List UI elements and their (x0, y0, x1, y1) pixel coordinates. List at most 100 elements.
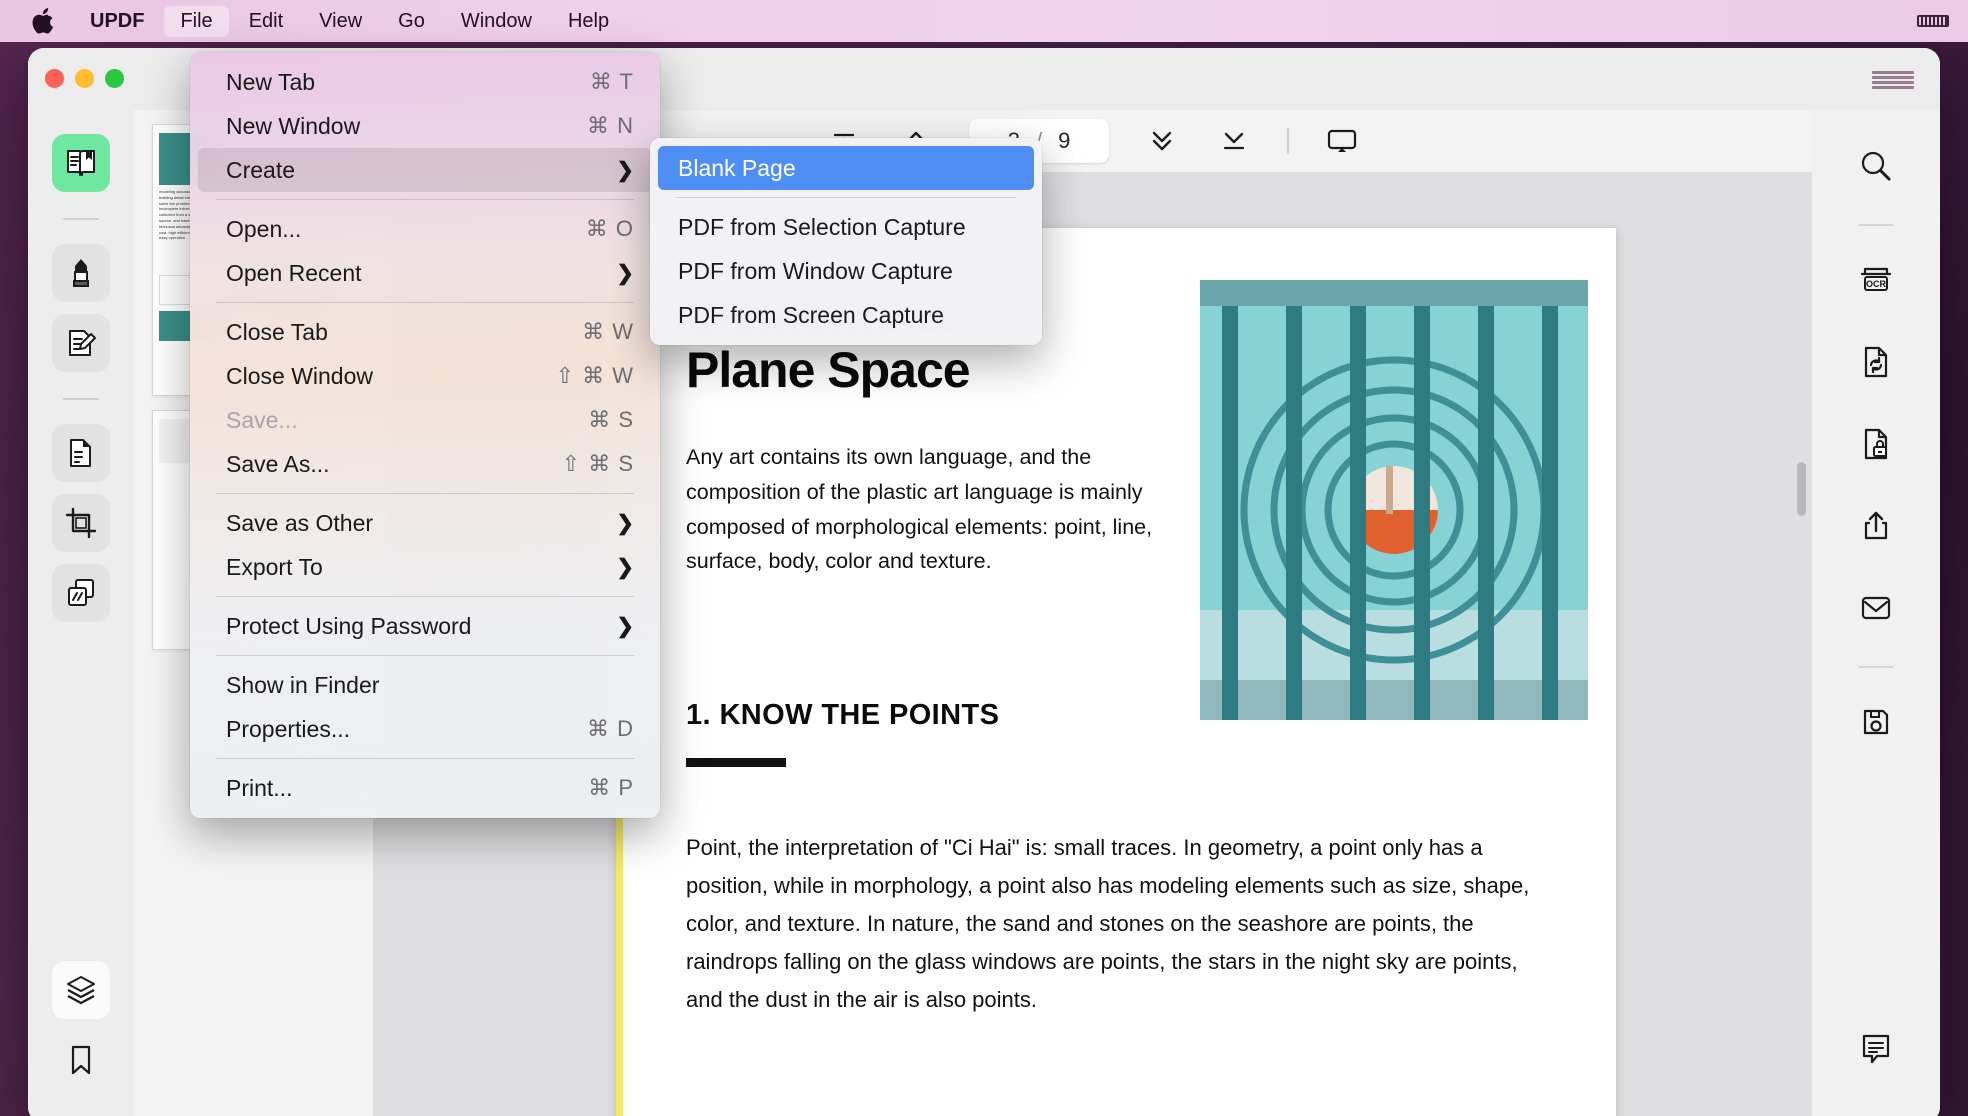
menu-item-properties[interactable]: Properties... ⌘ D (198, 707, 652, 751)
traffic-light-controls (45, 69, 124, 88)
menubar-item-go[interactable]: Go (382, 6, 441, 37)
maximize-window-button[interactable] (105, 69, 124, 88)
ocr-icon: OCR (1860, 267, 1892, 291)
submenu-item-pdf-from-window-capture[interactable]: PDF from Window Capture (658, 249, 1034, 293)
right-rail-divider-2 (1859, 666, 1893, 668)
submenu-separator-1 (676, 197, 1016, 198)
menu-item-create[interactable]: Create ❯ (198, 148, 652, 192)
viewer-scrollbar[interactable] (1797, 462, 1806, 516)
convert-button[interactable] (1848, 334, 1904, 390)
pdf-page-3: Elements of Plane Space (616, 228, 1616, 1116)
submenu-chevron-icon: ❯ (616, 555, 634, 579)
document-intro-paragraph: Any art contains its own language, and t… (686, 445, 1153, 574)
submenu-item-pdf-from-screen-capture[interactable]: PDF from Screen Capture (658, 293, 1034, 337)
menu-separator-1 (216, 199, 634, 200)
apple-logo-icon[interactable] (26, 8, 60, 34)
submenu-chevron-icon: ❯ (616, 158, 634, 182)
menu-separator-6 (216, 758, 634, 759)
sidebar-item-bookmarks[interactable] (52, 1031, 110, 1089)
menubar-item-help[interactable]: Help (552, 6, 625, 37)
presentation-mode-button[interactable] (1323, 124, 1361, 158)
ocr-button[interactable]: OCR (1848, 252, 1904, 308)
compress-save-icon (1863, 709, 1889, 735)
svg-text:OCR: OCR (1866, 279, 1887, 289)
toolbar-divider (1287, 128, 1289, 154)
comment-bubble-icon (1862, 1034, 1890, 1064)
email-icon (1861, 596, 1891, 620)
menubar-item-file[interactable]: File (164, 5, 229, 37)
search-icon (1861, 151, 1891, 181)
sidebar-item-crop[interactable] (52, 494, 110, 552)
sidebar-item-compare[interactable] (52, 564, 110, 622)
presentation-icon (1327, 129, 1357, 152)
minimize-window-button[interactable] (75, 69, 94, 88)
menubar-item-updf[interactable]: UPDF (74, 6, 160, 37)
menu-item-export-to[interactable]: Export To ❯ (198, 545, 652, 589)
chevron-double-down-icon (1152, 131, 1172, 151)
menubar-item-view[interactable]: View (303, 6, 378, 37)
document-body-paragraph: Point, the interpretation of "Ci Hai" is… (686, 835, 1530, 1012)
rail-divider-2 (63, 398, 99, 400)
sidebar-item-highlighter[interactable] (52, 244, 110, 302)
highlighter-pen-icon (73, 259, 89, 287)
teal-tunnel-photo (1200, 280, 1588, 720)
menubar-item-window[interactable]: Window (445, 6, 548, 37)
convert-document-icon (1864, 346, 1888, 378)
updf-brand-mark (1864, 56, 1922, 104)
heading-rule (686, 758, 786, 768)
submenu-item-pdf-from-selection-capture[interactable]: PDF from Selection Capture (658, 205, 1034, 249)
menu-separator-2 (216, 302, 634, 303)
next-page-button[interactable] (1143, 124, 1181, 158)
menu-item-show-in-finder[interactable]: Show in Finder (198, 663, 652, 707)
menu-separator-4 (216, 596, 634, 597)
share-button[interactable] (1848, 498, 1904, 554)
menu-item-protect-using-password[interactable]: Protect Using Password ❯ (198, 604, 652, 648)
create-submenu-dropdown[interactable]: Blank Page PDF from Selection Capture PD… (650, 138, 1042, 345)
search-button[interactable] (1848, 138, 1904, 194)
menu-item-open-recent[interactable]: Open Recent ❯ (198, 251, 652, 295)
last-page-button[interactable] (1215, 124, 1253, 158)
layers-icon (67, 976, 95, 1005)
hero-photograph (1200, 280, 1588, 720)
menu-item-new-tab[interactable]: New Tab ⌘ T (198, 60, 652, 104)
menu-separator-5 (216, 655, 634, 656)
email-button[interactable] (1848, 580, 1904, 636)
sidebar-item-organize-pages[interactable] (52, 424, 110, 482)
menu-item-save-as-other[interactable]: Save as Other ❯ (198, 501, 652, 545)
compare-docs-icon (68, 579, 94, 606)
right-tool-rail: OCR (1812, 110, 1940, 1116)
menubar-extras-icon[interactable] (1916, 12, 1950, 30)
menu-item-save-as[interactable]: Save As... ⇧ ⌘ S (198, 442, 652, 486)
right-rail-divider-1 (1859, 224, 1893, 226)
jump-to-last-page-icon (1223, 132, 1245, 150)
menubar-status-items (1916, 12, 1968, 30)
file-menu-dropdown[interactable]: New Tab ⌘ T New Window ⌘ N Create ❯ Open… (190, 52, 660, 818)
close-window-button[interactable] (45, 69, 64, 88)
menu-item-close-tab[interactable]: Close Tab ⌘ W (198, 310, 652, 354)
crop-icon (65, 507, 97, 539)
edit-document-icon (69, 330, 96, 356)
menubar-item-edit[interactable]: Edit (233, 6, 299, 37)
bookmark-icon (71, 1045, 91, 1075)
menu-item-close-window[interactable]: Close Window ⇧ ⌘ W (198, 354, 652, 398)
submenu-chevron-icon: ❯ (616, 261, 634, 285)
menu-item-new-window[interactable]: New Window ⌘ N (198, 104, 652, 148)
menu-item-save: Save... ⌘ S (226, 406, 634, 433)
menu-item-print[interactable]: Print... ⌘ P (198, 766, 652, 810)
share-upload-icon (1864, 511, 1888, 540)
menu-item-open[interactable]: Open... ⌘ O (198, 207, 652, 251)
page-organize-icon (70, 439, 91, 467)
sidebar-item-layers[interactable] (52, 961, 110, 1019)
submenu-chevron-icon: ❯ (616, 614, 634, 638)
total-pages-value: 9 (1058, 128, 1071, 153)
submenu-item-blank-page[interactable]: Blank Page (658, 146, 1034, 190)
sidebar-item-reader-mode[interactable] (52, 134, 110, 192)
macos-menu-bar: UPDF File Edit View Go Window Help (0, 0, 1968, 42)
protect-button[interactable] (1848, 416, 1904, 472)
rail-divider-1 (63, 218, 99, 220)
sidebar-item-annotate[interactable] (52, 314, 110, 372)
comments-button[interactable] (1848, 1021, 1904, 1077)
left-tool-rail (28, 110, 134, 1116)
compress-button[interactable] (1848, 694, 1904, 750)
menu-separator-3 (216, 493, 634, 494)
